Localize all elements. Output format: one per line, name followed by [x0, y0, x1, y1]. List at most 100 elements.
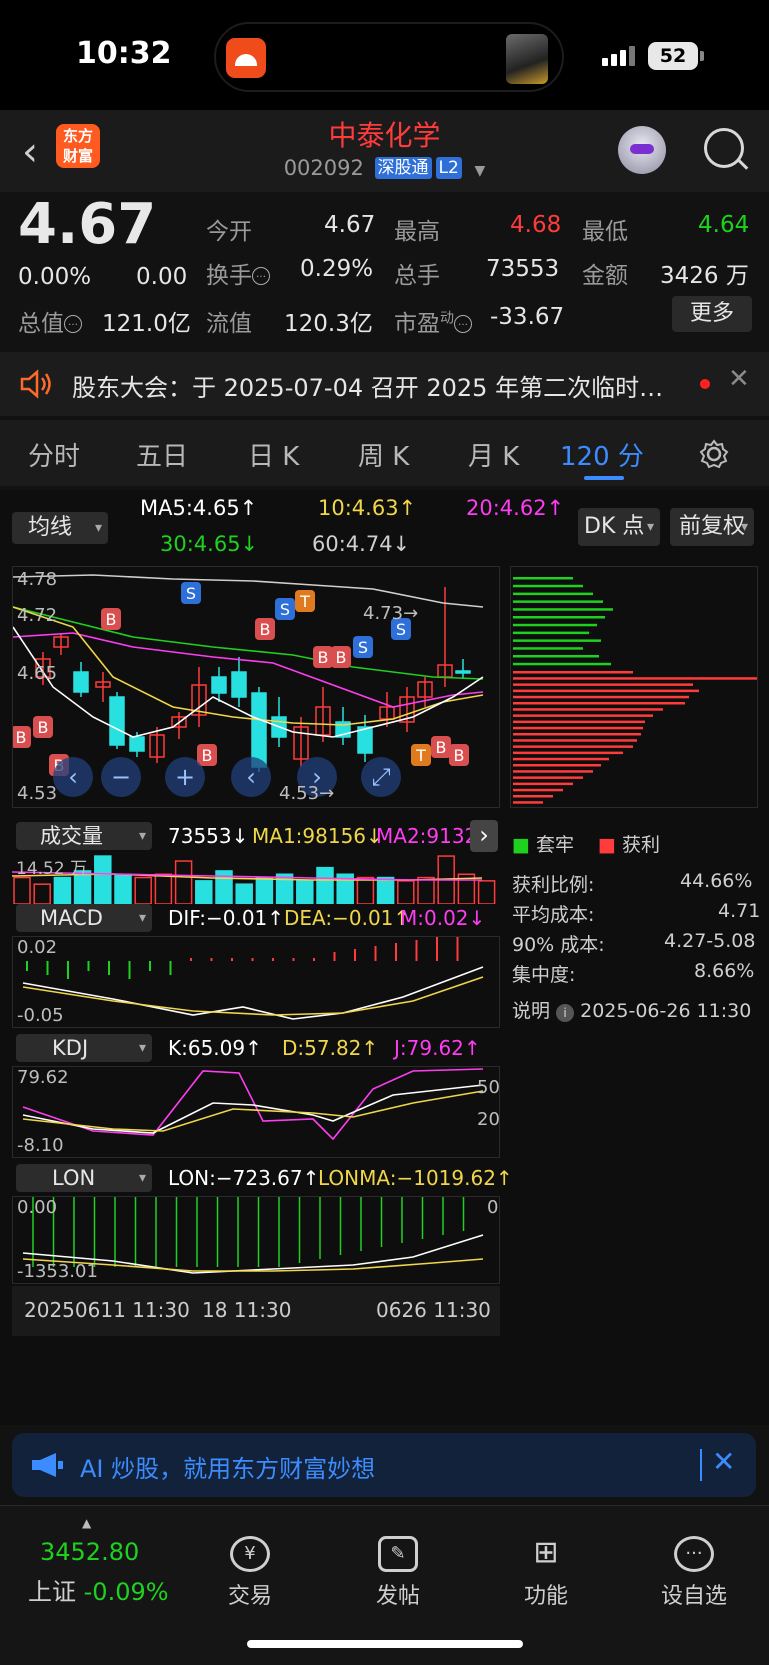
trade-signal-letter: B [16, 728, 27, 747]
index-value[interactable]: 3452.80 [40, 1538, 139, 1566]
stock-code: 002092 [283, 156, 364, 180]
dif-line [22, 966, 484, 1020]
amount-label: 金额 [582, 263, 628, 289]
quote-panel: 4.67 0.00% 0.00 总值… 121.0亿 今开 4.67 换手… 0… [0, 192, 769, 350]
chip-trapped-bar [513, 639, 601, 642]
ma10-value: 10:4.63↑ [318, 496, 417, 520]
trade-signal-letter: B [106, 610, 117, 629]
volume-bar [33, 883, 51, 905]
tab-five-day[interactable]: 五日 [136, 436, 188, 473]
settings-gear-icon[interactable] [698, 438, 730, 470]
scroll-left-icon-glyph: ‹ [246, 763, 256, 791]
notice-bar[interactable]: 股东大会：于 2025-07-04 召开 2025 年第二次临时… ✕ [0, 352, 769, 416]
close-icon[interactable]: ✕ [712, 1445, 735, 1478]
adjust-button[interactable]: 前复权 [670, 508, 754, 546]
ma5-value: MA5:4.65↑ [140, 496, 258, 520]
tab-timeshare[interactable]: 分时 [28, 436, 80, 473]
active-tab-indicator [584, 476, 624, 480]
index-line[interactable]: 上证 -0.09% [28, 1572, 169, 1607]
trade-signal-letter: S [280, 600, 290, 619]
nav-watchlist[interactable]: ··· 设自选 [644, 1536, 744, 1610]
nav-function[interactable]: ⊞ 功能 [496, 1536, 596, 1610]
chip-profit-bar [513, 689, 699, 693]
volume-bar [114, 873, 132, 905]
tab-daily-k[interactable]: 日 K [248, 436, 299, 473]
volume-bar [316, 866, 334, 905]
trade-signal-letter: T [415, 746, 426, 765]
macd-m: M:0.02↓ [400, 906, 486, 930]
chip-profit-bar [513, 788, 563, 792]
more-button[interactable]: 更多 [672, 296, 752, 332]
close-icon[interactable]: ✕ [728, 364, 750, 394]
battery-tip [700, 51, 704, 61]
speaker-icon [20, 369, 51, 399]
trade-signal-letter: S [358, 638, 368, 657]
nav-trade[interactable]: ¥ 交易 [200, 1536, 300, 1610]
high-label: 最高 [394, 219, 440, 245]
zoom-in-icon-glyph: + [175, 763, 195, 791]
tab-monthly-k[interactable]: 月 K [468, 436, 519, 473]
volume-panel[interactable]: 14.52 万 [11, 854, 500, 905]
chip-profit-bar [513, 677, 757, 680]
search-icon[interactable] [704, 128, 744, 168]
chip-profit-bar [513, 757, 609, 761]
tab-weekly-k[interactable]: 周 K [358, 436, 409, 473]
volume-value: 73553 [486, 256, 560, 282]
chip-profit-bar [513, 702, 685, 705]
info-icon: … [252, 267, 270, 285]
change-pct: 0.00% [18, 264, 92, 290]
kline-chart: SBSTBBBSSBBBBTBB‹−+‹›⤢ [11, 574, 484, 797]
chip-profit-bar [513, 739, 637, 742]
dk-point-button[interactable]: DK 点 [578, 508, 660, 546]
connect-tag: 深股通 [374, 157, 432, 179]
chip-trapped-bar [513, 608, 613, 611]
lonma-value: LONMA:−1019.62↑ [318, 1166, 513, 1190]
kline-panel[interactable]: SBSTBBBSSBBBBTBB‹−+‹›⤢ 4.78 4.72 4.65 4.… [11, 566, 500, 808]
d-line [22, 1090, 484, 1132]
volume-bar [397, 880, 415, 905]
lon-panel[interactable]: 0.00 -1353.01 0 [12, 1196, 500, 1284]
chip-chart [513, 577, 757, 804]
macd-panel[interactable]: 0.02 -0.05 [12, 934, 500, 1028]
chip-distribution[interactable] [510, 566, 758, 808]
macd-dif: DIF:−0.01↑ [168, 906, 285, 930]
chip-profit-bar [513, 714, 653, 717]
info-icon: … [454, 315, 472, 333]
macd-selector[interactable]: MACD [16, 904, 152, 932]
ma20-value: 20:4.62↑ [466, 496, 565, 520]
kdj-panel[interactable]: 79.62 -8.10 50 20 [12, 1066, 500, 1158]
lon-right-zero: 0 [487, 1197, 499, 1218]
trade-signal-letter: B [454, 746, 465, 765]
home-indicator [247, 1640, 523, 1648]
nav-post[interactable]: ✎ 发帖 [348, 1536, 448, 1610]
candle [231, 671, 247, 698]
ma60-value: 60:4.74↓ [312, 532, 411, 556]
kdj-selector[interactable]: KDJ [16, 1034, 152, 1062]
ma-selector[interactable]: 均线 [12, 512, 108, 544]
ai-assistant-icon[interactable] [618, 126, 666, 174]
low-marker: 4.53→ [279, 783, 335, 804]
trade-signal-letter: B [336, 648, 347, 667]
kdj-level-20: 20 [477, 1109, 500, 1130]
lon-ymax: 0.00 [17, 1197, 58, 1218]
chip-profit-bar [513, 795, 553, 798]
collapse-arrow-icon[interactable]: ▲ [82, 1516, 91, 1530]
trade-signal-letter: B [318, 648, 329, 667]
volume-selector[interactable]: 成交量 [16, 822, 152, 850]
change: 0.00 [136, 264, 188, 290]
kdj-j: J:79.62↑ [394, 1036, 481, 1060]
kline-ymin: 4.53 [17, 783, 58, 804]
fullscreen-icon-glyph: ⤢ [371, 763, 390, 791]
expand-arrow-icon[interactable]: › [470, 820, 498, 852]
tab-120min[interactable]: 120 分 [560, 436, 644, 473]
chip-profit-bar [513, 671, 633, 674]
chip-note[interactable]: 说明 i 2025-06-26 11:30 [512, 996, 751, 1023]
lon-selector[interactable]: LON [16, 1164, 152, 1192]
kline-ymax: 4.78 [17, 569, 58, 590]
yuan-exchange-icon: ¥ [230, 1536, 270, 1572]
low-label: 最低 [582, 219, 628, 245]
kdj-chart [22, 1068, 484, 1141]
ai-banner[interactable]: AI 炒股，就用东方财富妙想 ✕ [12, 1433, 756, 1497]
volume-bar [94, 855, 112, 905]
grid-icon: ⊞ [533, 1535, 559, 1570]
